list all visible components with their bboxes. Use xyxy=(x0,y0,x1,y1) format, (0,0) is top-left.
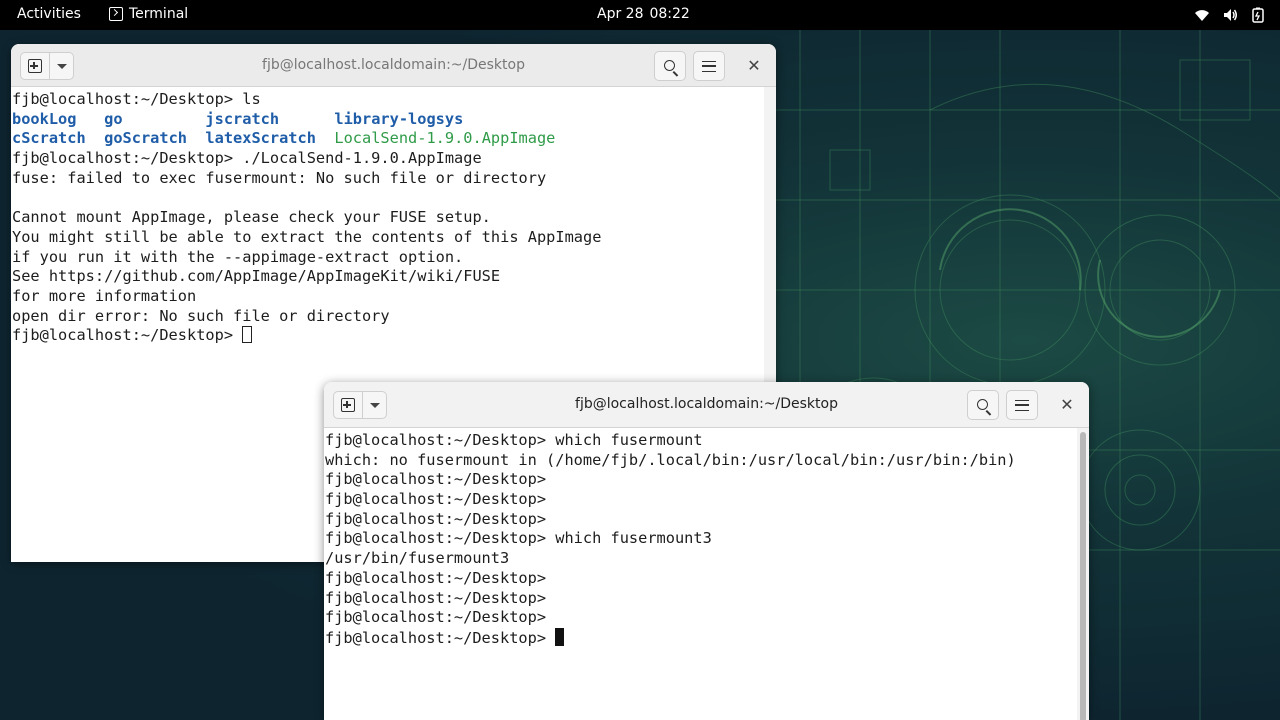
header-bar[interactable]: fjb@localhost.localdomain:~/Desktop ✕ xyxy=(11,44,776,87)
cursor-inactive xyxy=(242,326,253,344)
volume-icon xyxy=(1222,7,1238,23)
terminal-line: Cannot mount AppImage, please check your… xyxy=(12,208,491,227)
terminal-output: fjb@localhost:~/Desktop> ls bookLog go js… xyxy=(12,90,601,346)
ls-entry: latexScratch xyxy=(205,129,316,148)
ls-entry: go xyxy=(104,109,123,128)
terminal-line: fjb@localhost:~/Desktop> xyxy=(325,509,556,528)
prompt-text: fjb@localhost:~/Desktop> xyxy=(325,628,556,647)
terminal-line: fjb@localhost:~/Desktop> xyxy=(325,470,556,489)
close-button[interactable]: ✕ xyxy=(744,56,764,76)
terminal-line: fjb@localhost:~/Desktop> which fusermoun… xyxy=(325,529,712,548)
terminal-icon xyxy=(109,7,123,21)
search-icon xyxy=(976,398,988,410)
header-bar[interactable]: fjb@localhost.localdomain:~/Desktop ✕ xyxy=(324,382,1089,428)
ls-row: cScratch goScratch latexScratch LocalSen… xyxy=(12,129,601,149)
ls-entry: cScratch xyxy=(12,129,86,148)
app-name: Terminal xyxy=(129,6,189,22)
wifi-icon xyxy=(1194,7,1210,23)
battery-icon xyxy=(1250,7,1266,23)
hamburger-icon xyxy=(1015,399,1029,411)
search-button[interactable] xyxy=(967,390,999,420)
terminal-line: if you run it with the --appimage-extrac… xyxy=(12,247,464,266)
terminal-line: fjb@localhost:~/Desktop> ls xyxy=(12,90,261,108)
top-panel: Activities Terminal Apr 28 08:22 xyxy=(0,0,1280,30)
cursor-active xyxy=(555,627,565,646)
ls-entry: jscratch xyxy=(205,109,280,128)
ls-entry: LocalSend-1.9.0.AppImage xyxy=(334,129,556,148)
terminal-line: for more information xyxy=(12,286,197,305)
ls-entry: bookLog xyxy=(12,109,77,128)
search-icon xyxy=(663,59,675,71)
scrollbar[interactable] xyxy=(1077,428,1089,720)
terminal-output: fjb@localhost:~/Desktop> which fusermoun… xyxy=(325,431,1016,648)
app-menu-button[interactable]: Terminal xyxy=(109,6,188,22)
ls-entry: goScratch xyxy=(104,129,187,148)
prompt-text: fjb@localhost:~/Desktop> xyxy=(12,326,243,345)
terminal-line: fjb@localhost:~/Desktop> xyxy=(325,608,556,627)
menu-button[interactable] xyxy=(693,51,725,81)
ls-row: bookLog go jscratch library-logsys xyxy=(12,110,601,130)
system-tray[interactable] xyxy=(1194,7,1266,23)
terminal-line: fuse: failed to exec fusermount: No such… xyxy=(12,168,547,187)
activities-button[interactable]: Activities xyxy=(17,6,81,22)
terminal-line: fjb@localhost:~/Desktop> which fusermoun… xyxy=(325,431,703,449)
clock-button[interactable]: Apr 28 08:22 xyxy=(597,6,690,22)
terminal-line: /usr/bin/fusermount3 xyxy=(325,549,510,568)
clock-date: Apr 28 xyxy=(597,6,644,22)
scrollbar-thumb[interactable] xyxy=(1080,432,1086,720)
terminal-line: fjb@localhost:~/Desktop> ./LocalSend-1.9… xyxy=(12,149,482,168)
terminal-line: See https://github.com/AppImage/AppImage… xyxy=(12,267,501,286)
prompt-line: fjb@localhost:~/Desktop> xyxy=(12,326,601,346)
menu-button[interactable] xyxy=(1006,390,1038,420)
terminal-line: fjb@localhost:~/Desktop> xyxy=(325,568,556,587)
terminal-body[interactable]: fjb@localhost:~/Desktop> which fusermoun… xyxy=(324,428,1089,720)
close-button[interactable]: ✕ xyxy=(1057,395,1077,415)
search-button[interactable] xyxy=(654,51,686,81)
terminal-line: which: no fusermount in (/home/fjb/.loca… xyxy=(325,450,1016,469)
terminal-line: open dir error: No such file or director… xyxy=(12,306,390,325)
hamburger-icon xyxy=(702,60,716,72)
prompt-line: fjb@localhost:~/Desktop> xyxy=(325,627,1016,648)
terminal-line: fjb@localhost:~/Desktop> xyxy=(325,588,556,607)
terminal-line: You might still be able to extract the c… xyxy=(12,227,602,246)
clock-time: 08:22 xyxy=(649,6,690,22)
terminal-window-front[interactable]: fjb@localhost.localdomain:~/Desktop ✕ fj… xyxy=(324,382,1089,720)
ls-entry: library-logsys xyxy=(334,109,464,128)
terminal-line: fjb@localhost:~/Desktop> xyxy=(325,490,556,509)
